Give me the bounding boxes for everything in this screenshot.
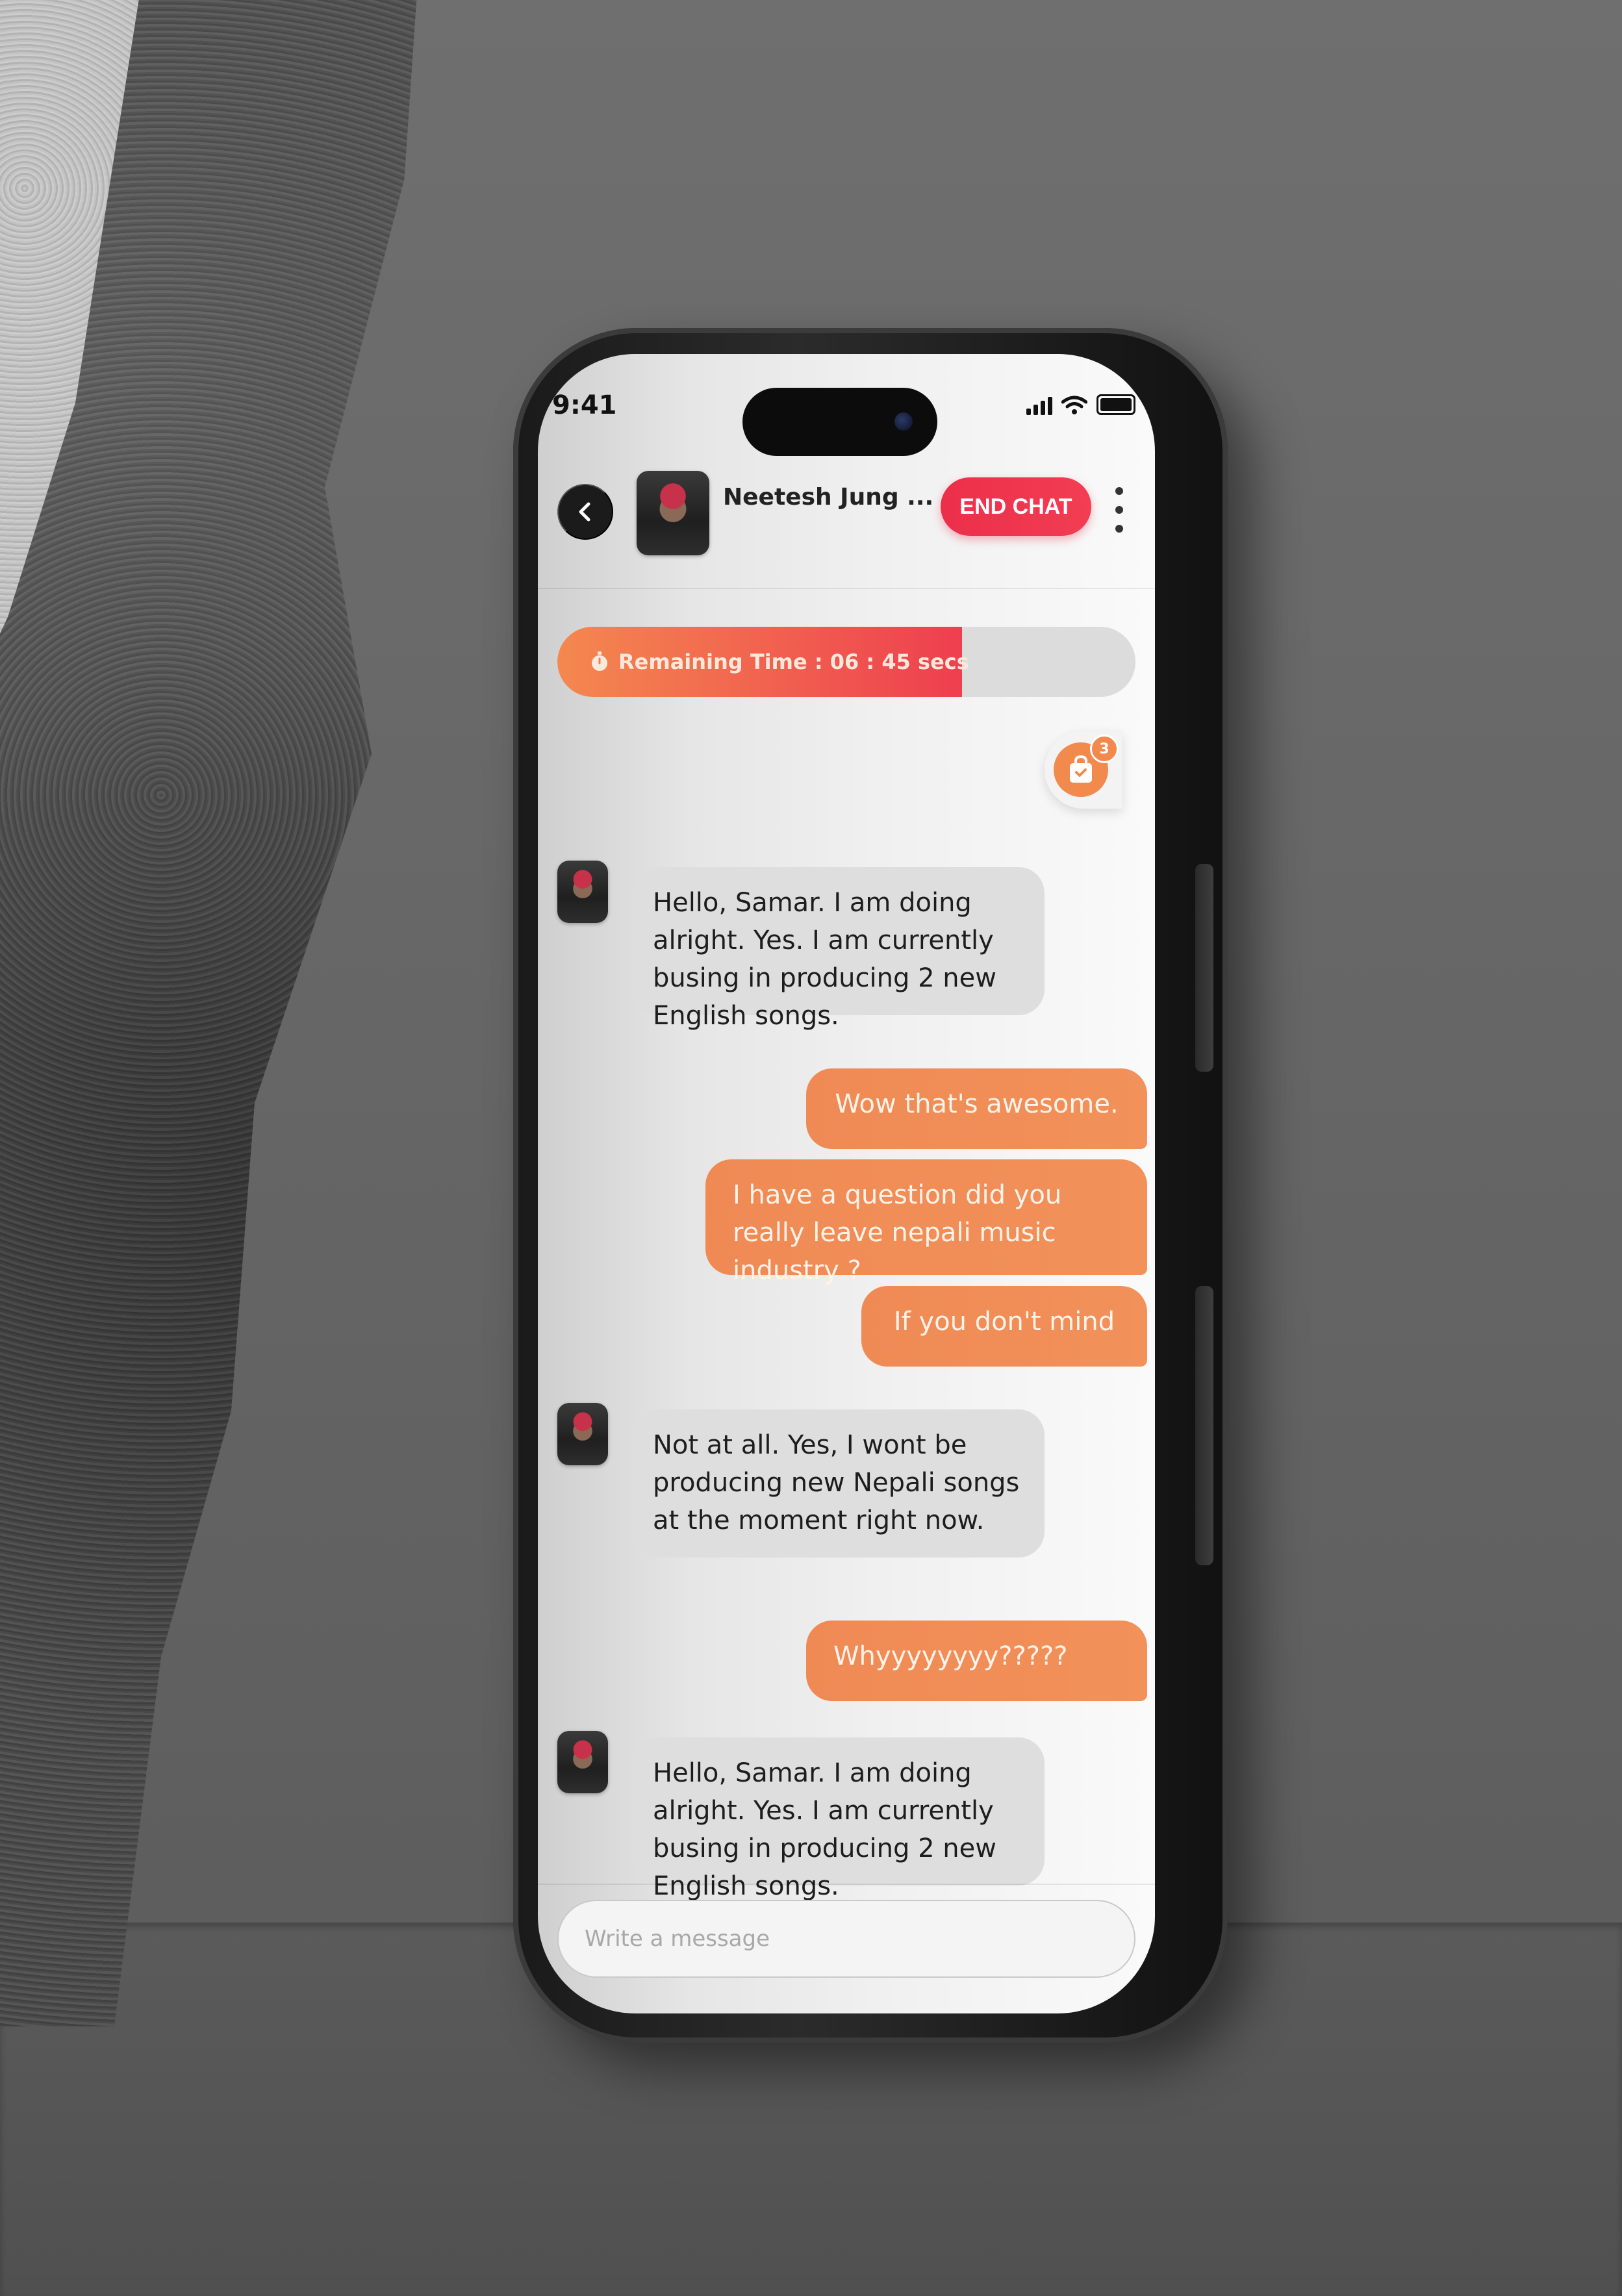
phone-side-button <box>1195 864 1213 1072</box>
scene-background: 9:41 Neetesh Jung ... END CHAT Remaining… <box>0 0 1622 2296</box>
chevron-left-icon <box>579 502 590 522</box>
header-divider <box>538 588 1155 589</box>
message-incoming: Not at all. Yes, I wont be producing new… <box>632 1409 1045 1558</box>
message-avatar <box>557 861 608 923</box>
wifi-icon <box>1061 396 1087 414</box>
shopping-bag-button[interactable]: 3 <box>1045 731 1122 809</box>
cart-badge: 3 <box>1090 735 1119 763</box>
message-incoming: Hello, Samar. I am doing alright. Yes. I… <box>632 1737 1045 1901</box>
contact-name[interactable]: Neetesh Jung ... <box>723 484 933 511</box>
end-chat-button[interactable]: END CHAT <box>941 477 1091 536</box>
status-icons <box>1026 394 1135 415</box>
stopwatch-icon <box>592 651 607 671</box>
message-outgoing: Whyyyyyyyy????? <box>806 1621 1147 1701</box>
phone-side-button-lower <box>1195 1286 1213 1565</box>
status-time: 9:41 <box>552 390 617 420</box>
contact-avatar[interactable] <box>637 471 709 555</box>
more-options-icon[interactable] <box>1109 487 1129 533</box>
message-incoming: Hello, Samar. I am doing alright. Yes. I… <box>632 867 1045 1031</box>
composer-divider <box>538 1884 1155 1885</box>
remaining-time-label-wrap: Remaining Time : 06 : 45 secs <box>590 627 969 697</box>
message-avatar <box>557 1403 608 1465</box>
message-outgoing: Wow that's awesome. <box>806 1068 1147 1149</box>
message-outgoing: I have a question did you really leave n… <box>705 1159 1147 1285</box>
message-outgoing: If you don't mind <box>861 1286 1147 1367</box>
battery-icon <box>1096 394 1135 415</box>
back-button[interactable] <box>557 484 613 540</box>
signal-icon <box>1026 397 1052 415</box>
message-avatar <box>557 1731 608 1793</box>
remaining-time-text: Remaining Time : 06 : 45 secs <box>618 650 969 674</box>
shopping-bag-icon <box>1070 755 1092 783</box>
remaining-time-bar: Remaining Time : 06 : 45 secs <box>557 627 1135 697</box>
camera-lens <box>894 412 913 431</box>
phone-screen: 9:41 Neetesh Jung ... END CHAT Remaining… <box>538 354 1155 2013</box>
dynamic-island <box>742 388 937 456</box>
message-input[interactable] <box>557 1900 1135 1978</box>
